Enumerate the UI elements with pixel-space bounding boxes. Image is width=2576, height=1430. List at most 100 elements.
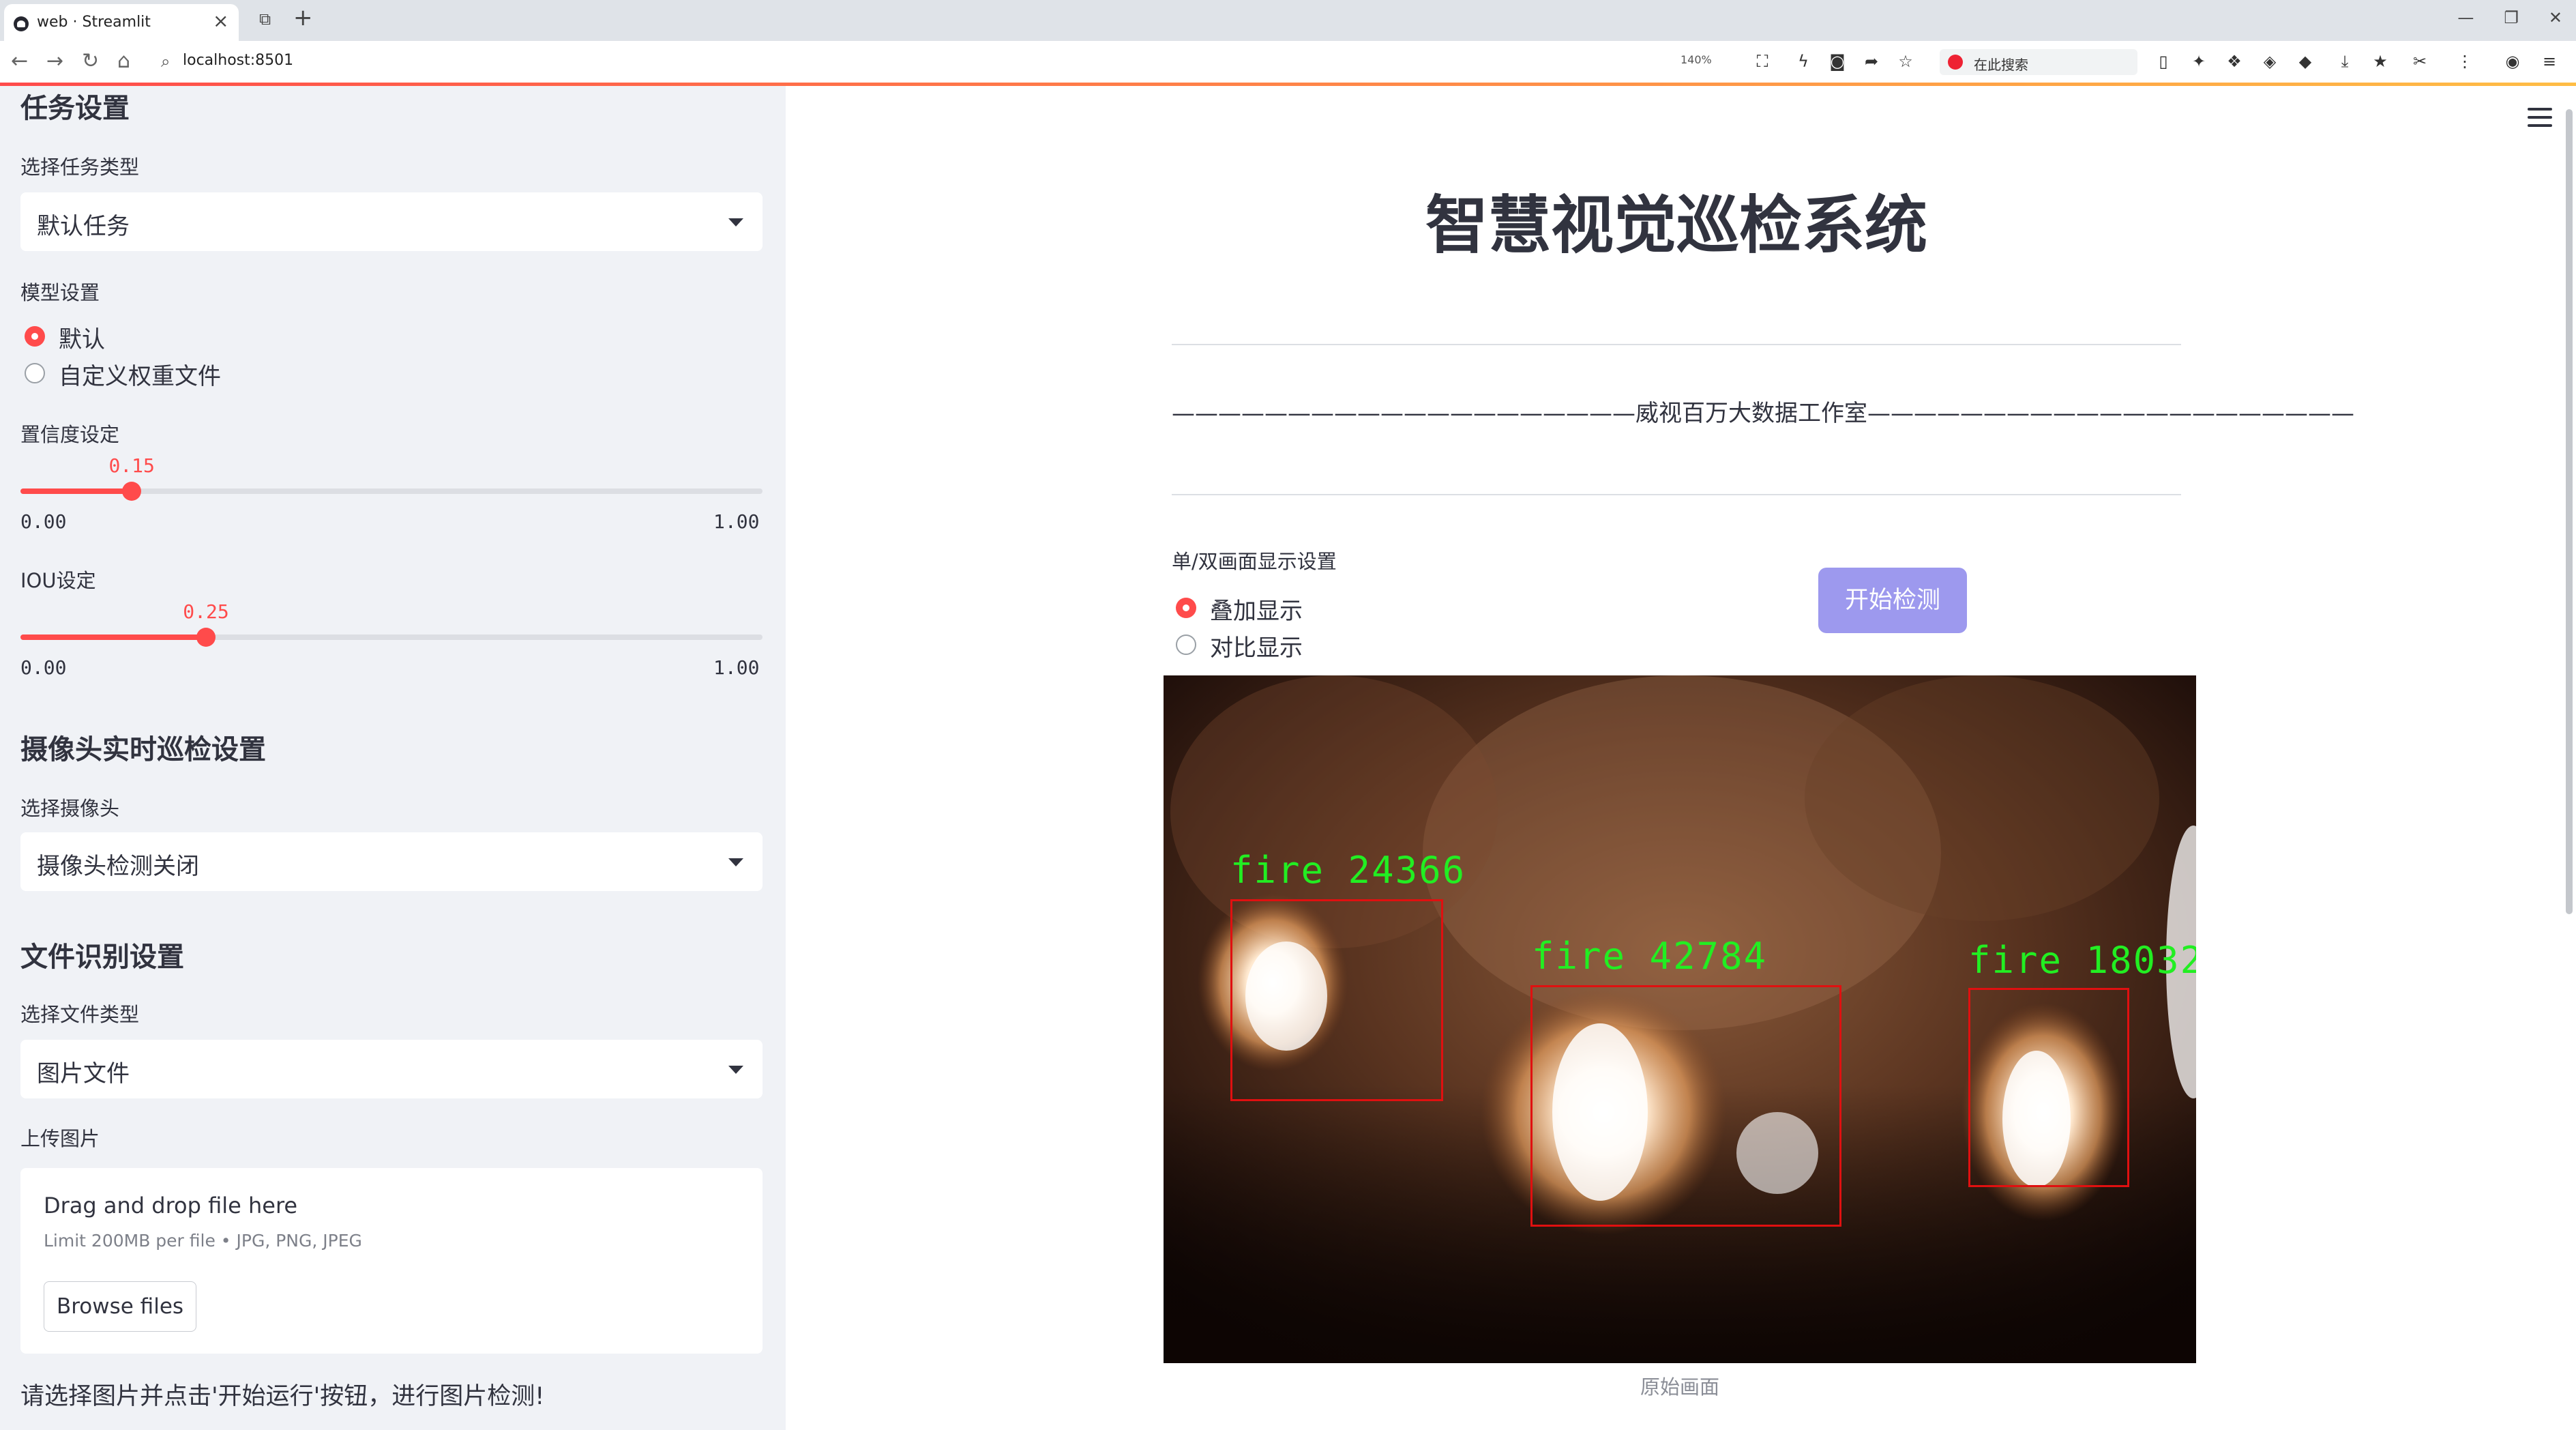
chevron-down-icon: [728, 218, 743, 227]
scrollbar[interactable]: [2566, 109, 2573, 914]
reading-mode-icon[interactable]: ▯: [2154, 52, 2173, 71]
file-settings-heading: 文件识别设置: [20, 942, 184, 973]
radio-unselected-icon: [25, 363, 45, 383]
iou-min: 0.00: [20, 656, 67, 679]
translate-icon[interactable]: ⛶: [1753, 52, 1772, 71]
share-icon[interactable]: ➦: [1862, 52, 1881, 71]
home-icon[interactable]: ⌂: [117, 49, 130, 74]
studio-subtitle: ————————————————————威视百万大数据工作室——————————…: [1172, 400, 2354, 427]
confidence-slider-fill: [20, 488, 132, 494]
detection-label-2: fire 42784: [1532, 935, 1768, 978]
task-type-value: 默认任务: [37, 213, 130, 240]
file-type-label: 选择文件类型: [20, 1003, 140, 1026]
camera-select-label: 选择摄像头: [20, 797, 120, 820]
dropzone-limit: Limit 200MB per file • JPG, PNG, JPEG: [44, 1231, 362, 1251]
camera-select[interactable]: 摄像头检测关闭: [20, 832, 763, 891]
detection-box-3: [1968, 988, 2129, 1187]
sidebar-instruction: 请选择图片并点击'开始运行'按钮，进行图片检测!: [20, 1383, 545, 1410]
confidence-min: 0.00: [20, 510, 67, 533]
sidebar: 任务设置 选择任务类型 默认任务 模型设置 默认 自定义权重文件 置信度设定 0…: [0, 86, 786, 1430]
display-mode-label: 单/双画面显示设置: [1172, 550, 1337, 573]
image-caption: 原始画面: [1640, 1375, 1719, 1399]
file-dropzone[interactable]: Drag and drop file here Limit 200MB per …: [20, 1168, 763, 1354]
detection-label-1: fire 24366: [1230, 849, 1466, 892]
task-type-select[interactable]: 默认任务: [20, 192, 763, 251]
restore-icon[interactable]: ❐: [2504, 8, 2519, 27]
tab-title: web · Streamlit: [37, 14, 151, 31]
hamburger-menu-icon[interactable]: [2528, 108, 2552, 127]
confidence-slider-thumb[interactable]: [122, 482, 142, 501]
confidence-slider[interactable]: [20, 482, 763, 501]
window-close-icon[interactable]: ✕: [2549, 8, 2562, 27]
radio-selected-icon: [25, 326, 45, 347]
screenshot-icon[interactable]: ✂: [2410, 52, 2429, 71]
browser-tab[interactable]: web · Streamlit ×: [4, 4, 239, 41]
menu-dots-icon[interactable]: ⋮: [2455, 52, 2474, 71]
display-option-compare: 对比显示: [1210, 634, 1303, 662]
iou-max: 1.00: [713, 656, 760, 679]
close-tab-icon[interactable]: ×: [213, 11, 228, 31]
radio-unselected-icon: [1176, 634, 1196, 655]
minimize-icon[interactable]: —: [2457, 8, 2474, 27]
divider-bottom: [1172, 494, 2181, 495]
browse-files-button[interactable]: Browse files: [44, 1281, 196, 1332]
new-tab-icon[interactable]: +: [293, 4, 313, 31]
dropzone-title: Drag and drop file here: [44, 1193, 298, 1219]
url-text: localhost:8501: [183, 52, 294, 69]
radio-selected-icon: [1176, 598, 1196, 618]
file-type-value: 图片文件: [37, 1060, 130, 1088]
iou-slider-fill: [20, 634, 206, 640]
detection-label-3: fire 18032: [1968, 939, 2196, 982]
task-type-label: 选择任务类型: [20, 156, 140, 179]
favorite-icon[interactable]: ☆: [1896, 52, 1915, 71]
extension3-icon[interactable]: ◈: [2260, 52, 2279, 71]
iou-slider[interactable]: [20, 628, 763, 647]
streamlit-favicon-icon: [14, 16, 29, 31]
zoom-level[interactable]: 140%: [1681, 53, 1712, 66]
window-controls: — ❐ ✕: [2457, 8, 2562, 27]
detection-box-2: [1530, 985, 1841, 1227]
browser-toolbar: ← → ↻ ⌂ ⌕ localhost:8501 140% ⛶ ϟ ◙ ➦ ☆ …: [0, 41, 2576, 83]
start-detection-button[interactable]: 开始检测: [1818, 568, 1967, 633]
chevron-down-icon: [728, 858, 743, 866]
iou-label: IOU设定: [20, 569, 96, 592]
page-title: 智慧视觉巡检系统: [1425, 189, 1927, 262]
file-type-select[interactable]: 图片文件: [20, 1040, 763, 1098]
display-option-overlay: 叠加显示: [1210, 598, 1303, 625]
address-bar[interactable]: ⌕ localhost:8501: [153, 48, 2151, 76]
back-icon[interactable]: ←: [11, 49, 28, 74]
camera-settings-heading: 摄像头实时巡检设置: [20, 734, 266, 765]
download-icon[interactable]: ⤓: [2335, 52, 2354, 71]
detection-box-1: [1230, 899, 1443, 1101]
iou-slider-thumb[interactable]: [196, 628, 216, 647]
extension-icon[interactable]: ✦: [2189, 52, 2208, 71]
confidence-label: 置信度设定: [20, 423, 120, 446]
camera-select-value: 摄像头检测关闭: [37, 853, 199, 880]
upload-label: 上传图片: [20, 1127, 100, 1150]
forward-icon[interactable]: →: [46, 49, 63, 74]
model-option-custom: 自定义权重文件: [59, 363, 221, 390]
search-engine-icon: [1948, 55, 1963, 70]
confidence-value: 0.15: [108, 454, 155, 477]
capture-icon[interactable]: ◙: [1828, 52, 1847, 71]
divider-top: [1172, 344, 2181, 345]
browser-search-box[interactable]: 在此搜索: [1940, 49, 2137, 75]
extension4-icon[interactable]: ◆: [2296, 52, 2315, 71]
detection-result-image: fire 24366 fire 42784 fire 18032: [1164, 675, 2196, 1363]
tab-groups-icon[interactable]: ⧉: [259, 10, 271, 29]
lightning-icon[interactable]: ϟ: [1794, 52, 1813, 71]
confidence-max: 1.00: [713, 510, 760, 533]
extension2-icon[interactable]: ❖: [2225, 52, 2244, 71]
profile-avatar-icon[interactable]: ◉: [2503, 52, 2522, 71]
chevron-down-icon: [728, 1066, 743, 1074]
reload-icon[interactable]: ↻: [82, 49, 99, 74]
iou-value: 0.25: [183, 600, 229, 623]
bookmark-icon[interactable]: ★: [2371, 52, 2390, 71]
model-settings-label: 模型设置: [20, 281, 100, 304]
search-icon: ⌕: [161, 52, 171, 71]
browser-tab-bar: web · Streamlit × ⧉ + — ❐ ✕: [0, 0, 2576, 41]
model-option-default: 默认: [59, 326, 105, 353]
task-settings-heading: 任务设置: [20, 93, 130, 124]
search-placeholder: 在此搜索: [1974, 57, 2028, 73]
browser-menu-icon[interactable]: ≡: [2540, 52, 2559, 71]
